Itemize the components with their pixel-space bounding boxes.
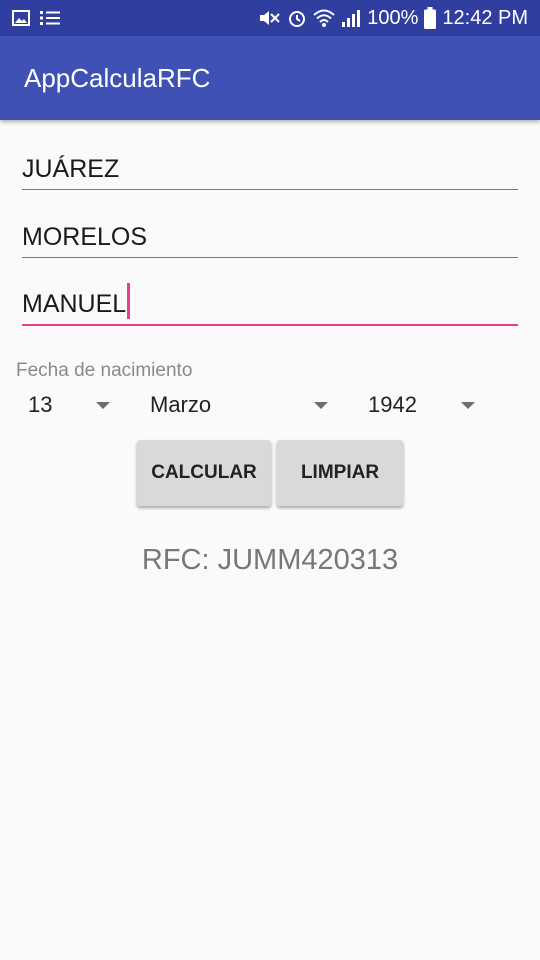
status-time: 12:42 PM — [442, 6, 528, 29]
dia-spinner[interactable]: 13 — [28, 388, 110, 422]
rfc-result: RFC: JUMM420313 — [141, 544, 399, 576]
battery-percent: 100% — [367, 6, 419, 29]
fecha-nacimiento-label: Fecha de nacimiento — [16, 360, 193, 381]
wifi-icon — [313, 9, 335, 27]
text-cursor — [127, 283, 131, 319]
dia-value: 13 — [28, 392, 53, 417]
calcular-button[interactable]: CALCULAR — [137, 440, 271, 506]
apellido-paterno-value: JUÁREZ — [22, 155, 120, 183]
apellido-materno-value: MORELOS — [22, 223, 148, 251]
nombre-value: MANUEL — [22, 290, 127, 318]
mes-spinner[interactable]: Marzo — [150, 388, 328, 422]
dropdown-arrow-icon — [314, 401, 328, 409]
battery-icon — [424, 7, 437, 29]
anio-value: 1942 — [368, 392, 417, 417]
app-title: AppCalculaRFC — [24, 62, 211, 93]
app-bar: AppCalculaRFC — [0, 36, 540, 120]
limpiar-button[interactable]: LIMPIAR — [277, 440, 403, 506]
alarm-icon — [289, 11, 306, 27]
image-icon — [12, 10, 30, 26]
status-bar: 100% 12:42 PM — [0, 0, 540, 36]
list-icon — [40, 11, 60, 25]
nombre-field[interactable]: MANUEL — [22, 283, 518, 326]
dropdown-arrow-icon — [461, 401, 475, 409]
mes-value: Marzo — [150, 392, 212, 417]
apellido-materno-field[interactable]: MORELOS — [22, 218, 518, 258]
signal-icon — [342, 10, 361, 27]
mute-icon — [260, 11, 280, 25]
apellido-paterno-field[interactable]: JUÁREZ — [22, 150, 518, 190]
anio-spinner[interactable]: 1942 — [368, 388, 475, 422]
dropdown-arrow-icon — [96, 401, 110, 409]
